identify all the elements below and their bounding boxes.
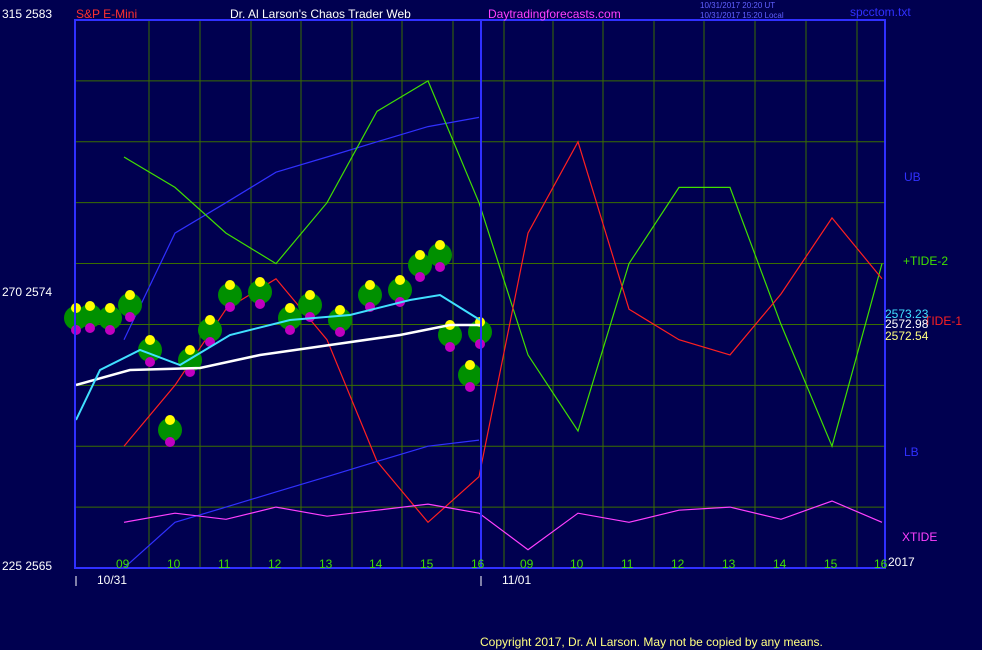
x-tick-label: 16 xyxy=(471,557,485,571)
price-low-dot xyxy=(335,327,345,337)
price-high-dot xyxy=(225,280,235,290)
price-high-dot xyxy=(125,290,135,300)
price-low-dot xyxy=(435,262,445,272)
file-label: spcctom.txt xyxy=(850,5,911,19)
symbol-label: S&P E-Mini xyxy=(76,7,137,21)
price-low-dot xyxy=(165,437,175,447)
left-scale-top: 315 2583 xyxy=(2,7,52,21)
price-high-dot xyxy=(145,335,155,345)
timestamp-ut: 10/31/2017 20:20 UT xyxy=(700,1,775,10)
tide2-label: +TIDE-2 xyxy=(903,254,948,268)
price-low-dot xyxy=(125,312,135,322)
price-high-dot xyxy=(415,250,425,260)
x-tick-label: 13 xyxy=(319,557,333,571)
timestamp-local: 10/31/2017 15:20 Local xyxy=(700,11,784,20)
price-low-dot xyxy=(105,325,115,335)
price-high-dot xyxy=(395,275,405,285)
x-tick-label: 14 xyxy=(773,557,787,571)
price-low-dot xyxy=(255,299,265,309)
lb-label: LB xyxy=(904,445,919,459)
y-label-mid: 270 2574 xyxy=(2,285,52,299)
x-tick-label: 10 xyxy=(570,557,584,571)
x-tick-label: 13 xyxy=(722,557,736,571)
x-tick-label: 09 xyxy=(520,557,534,571)
price-label-3: 2572.54 xyxy=(885,329,929,343)
day-label-2: 11/01 xyxy=(502,573,531,587)
x-tick-label: 10 xyxy=(167,557,181,571)
year-label: 2017 xyxy=(888,555,915,569)
price-high-dot xyxy=(435,240,445,250)
price-high-dot xyxy=(285,303,295,313)
price-low-dot xyxy=(285,325,295,335)
price-low-dot xyxy=(305,312,315,322)
chart-title: Dr. Al Larson's Chaos Trader Web xyxy=(230,7,411,21)
ub-label: UB xyxy=(904,170,921,184)
price-low-dot xyxy=(85,323,95,333)
x-tick-label: 15 xyxy=(420,557,434,571)
price-high-dot xyxy=(255,277,265,287)
x-tick-label: 14 xyxy=(369,557,383,571)
x-tick-label: 11 xyxy=(621,557,634,571)
price-high-dot xyxy=(465,360,475,370)
day-label-1: 10/31 xyxy=(97,573,127,587)
price-high-dot xyxy=(185,345,195,355)
x-tick-label: 16 xyxy=(874,557,888,571)
price-low-dot xyxy=(225,302,235,312)
price-high-dot xyxy=(335,305,345,315)
plot-area xyxy=(0,0,982,650)
x-tick-label: 12 xyxy=(268,557,282,571)
x-tick-label: 12 xyxy=(671,557,685,571)
copyright: Copyright 2017, Dr. Al Larson. May not b… xyxy=(480,635,823,649)
tide1-label: TIDE-1 xyxy=(924,314,962,328)
x-tick-label: 11 xyxy=(218,557,231,571)
x-tick-label: 09 xyxy=(116,557,130,571)
price-low-dot xyxy=(415,272,425,282)
price-high-dot xyxy=(165,415,175,425)
price-low-dot xyxy=(445,342,455,352)
x-tick-label: 15 xyxy=(824,557,838,571)
chart: 315 2583 S&P E-Mini Dr. Al Larson's Chao… xyxy=(0,0,982,650)
y-label-bottom: 225 2565 xyxy=(2,559,52,573)
site-label: Daytradingforecasts.com xyxy=(488,7,621,21)
price-low-dot xyxy=(465,382,475,392)
price-high-dot xyxy=(85,301,95,311)
price-low-dot xyxy=(145,357,155,367)
price-high-dot xyxy=(305,290,315,300)
price-high-dot xyxy=(105,303,115,313)
price-high-dot xyxy=(205,315,215,325)
price-high-dot xyxy=(365,280,375,290)
xtide-label: XTIDE xyxy=(902,530,937,544)
